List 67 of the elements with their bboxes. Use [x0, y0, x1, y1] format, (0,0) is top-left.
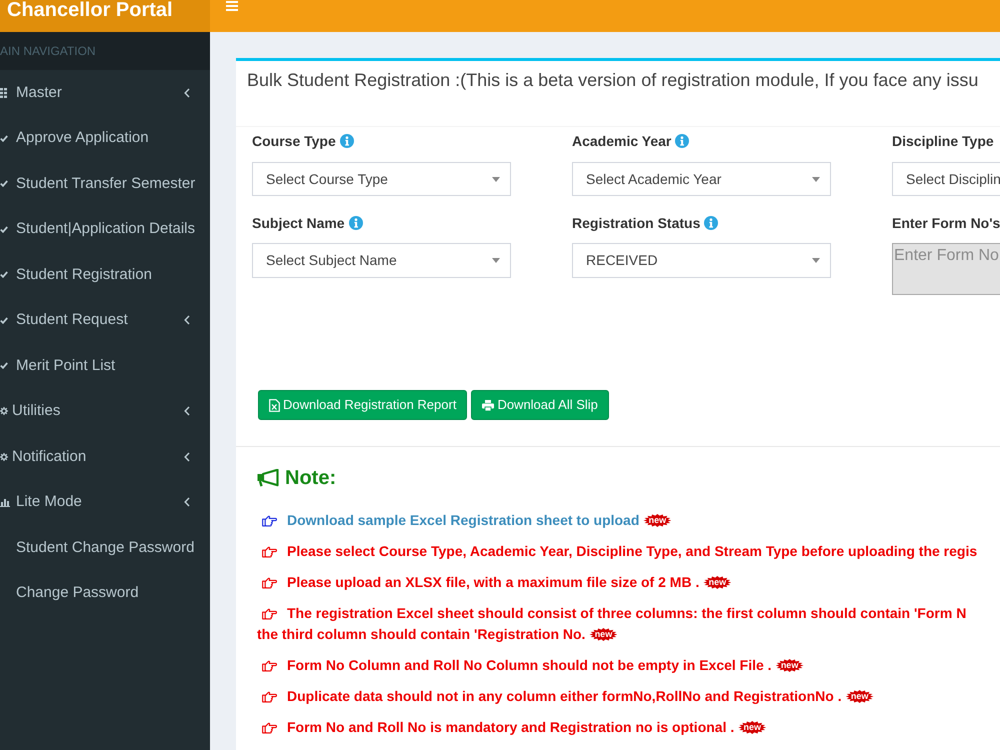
list-icon	[0, 88, 7, 98]
sidebar-item[interactable]: Student|Application Details	[0, 206, 210, 252]
note-text: Please upload an XLSX file, with a maximum file size of 2 MB .	[287, 573, 700, 592]
new-badge: new	[643, 514, 672, 527]
caret-down-icon	[492, 258, 500, 263]
sidebar-item[interactable]: Utilities	[0, 388, 210, 434]
sidebar-item[interactable]: Student Change Password	[0, 525, 210, 570]
pointing-hand-icon	[262, 576, 277, 588]
download-link[interactable]: Download sample Excel Registration sheet to upload	[287, 510, 640, 531]
field-label: Enter Form No's	[892, 215, 1000, 231]
note-heading: Note:	[285, 466, 336, 490]
caret-down-icon	[492, 176, 500, 182]
check-icon	[0, 180, 8, 188]
bar-chart-icon	[0, 497, 10, 508]
note-text: Duplicate data should not in any column either formNo,RollNo and RegistrationNo .	[287, 687, 842, 706]
gear-icon	[0, 452, 8, 461]
megaphone-icon	[257, 469, 279, 487]
pointing-hand-icon	[262, 722, 277, 734]
new-badge: new	[846, 690, 874, 703]
note-text: Form No Column and Roll No Column should not be empty in Excel File .	[287, 656, 772, 675]
sidebar-item[interactable]: Student Registration	[0, 252, 210, 298]
new-badge: new	[703, 576, 732, 589]
check-icon	[0, 362, 8, 370]
field-label: Academic Year	[572, 133, 690, 149]
field-label: Subject Name	[252, 215, 363, 231]
sidebar-item[interactable]: Merit Point List	[0, 343, 210, 388]
new-badge: new	[776, 659, 804, 672]
dropdown[interactable]: Select Disciplin	[892, 162, 1000, 196]
check-icon	[0, 271, 8, 278]
caret-down-icon	[812, 176, 820, 182]
note-text: the third column should contain 'Registration No.	[257, 625, 586, 644]
dropdown[interactable]: RECEIVED	[572, 243, 831, 278]
field-label: Course Type	[252, 133, 354, 149]
new-badge: new	[738, 721, 766, 734]
new-badge: new	[589, 628, 618, 641]
sidebar-item[interactable]: Notification	[0, 434, 210, 480]
pointing-hand-icon	[262, 608, 277, 620]
spreadsheet-file-icon	[269, 398, 280, 412]
section-heading: AIN NAVIGATION	[0, 43, 96, 60]
sidebar-item[interactable]: Change Password	[0, 570, 210, 616]
dropdown[interactable]: Select Course Type	[252, 162, 511, 196]
dropdown[interactable]: Select Academic Year	[572, 162, 831, 196]
sidebar-item[interactable]: Lite Mode	[0, 480, 210, 525]
note-text: Please select Course Type, Academic Year, Discipline Type, and Stream Type before uploading the regis	[287, 542, 978, 561]
sidebar-item[interactable]: Student Transfer Semester	[0, 161, 210, 206]
note-text: The registration Excel sheet should consist of three columns: the first column should contain 'Form N	[287, 604, 966, 623]
pointing-hand-icon	[262, 546, 277, 558]
dropdown[interactable]: Select Subject Name	[252, 243, 511, 278]
panel-title: Bulk Student Registration :(This is a beta version of registration module, If you face any issu	[247, 70, 980, 90]
sidebar-item[interactable]: Master	[0, 70, 210, 116]
field-label: Registration Status	[572, 215, 718, 231]
pointing-hand-icon	[262, 690, 277, 702]
gear-icon	[0, 407, 8, 416]
check-icon	[0, 316, 8, 324]
menu-icon[interactable]	[226, 1, 238, 11]
note-text: Form No and Roll No is mandatory and Registration no is optional .	[287, 718, 734, 737]
pointing-hand-icon	[262, 514, 277, 526]
printer-icon	[482, 400, 494, 410]
sidebar-item[interactable]: Approve Application	[0, 116, 210, 161]
field-label: Discipline Type	[892, 133, 994, 149]
pointing-hand-icon	[262, 660, 277, 672]
portal-title: Chancellor Portal	[6, 0, 173, 20]
check-icon	[0, 226, 8, 233]
sidebar-item[interactable]: Student Request	[0, 298, 210, 343]
check-icon	[0, 134, 8, 142]
caret-down-icon	[812, 258, 820, 263]
form-number-field[interactable]: Enter Form No	[892, 243, 1000, 295]
